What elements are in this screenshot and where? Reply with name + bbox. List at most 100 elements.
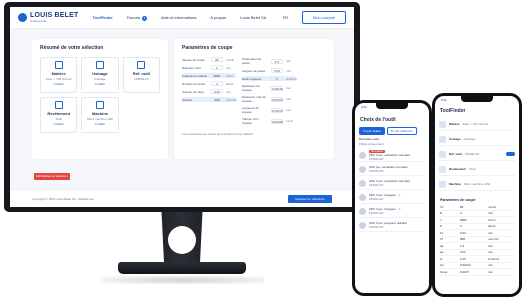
param-unit: mm — [226, 65, 231, 70]
selection-icon — [439, 120, 446, 128]
selection-card-machining[interactable]: Usinage Fraisage modifier — [81, 57, 119, 93]
tool-ref: 163044-20 — [369, 157, 384, 161]
param-value-input[interactable]: 588 — [211, 97, 223, 102]
phone1-sort-ref[interactable]: Tri par référence — [386, 127, 417, 135]
param-row: Avance 588 mm/min — [182, 97, 237, 102]
card-edit-link[interactable]: modifier — [95, 122, 106, 126]
param-label: Avance — [182, 97, 192, 102]
language-select[interactable]: FR — [283, 15, 288, 20]
param-unit: mm — [488, 269, 493, 274]
param-symbol: Vf — [440, 237, 443, 242]
selection-icon — [439, 150, 446, 158]
tool-ref: 163044-20 — [369, 225, 384, 229]
param-unit: dents — [226, 81, 234, 86]
param-value-input[interactable]: 0.00140 — [271, 85, 283, 91]
selection-item[interactable]: Réf. outil 163044-20 — [439, 148, 515, 161]
param-value-input[interactable]: 3 — [271, 76, 283, 81]
param-value-input[interactable]: 0.40273 — [271, 107, 283, 113]
export-button[interactable]: Exporter en référence — [288, 194, 332, 203]
param-unit: mm — [286, 97, 291, 101]
selection-item[interactable]: Machine Micro machine 10kt — [439, 178, 515, 191]
param-label: Epaisseur du copeau — [242, 84, 260, 92]
tool-ref: 163044-20 — [369, 183, 384, 187]
card-edit-link[interactable]: modifier — [95, 82, 106, 86]
tool-list-item[interactable]: KPC 3 (ex. longueur ...) 163044-20 — [359, 191, 425, 204]
cutting-params-panel: Paramètres de coupe Vitesse de coupe 80 m/… — [174, 39, 334, 159]
nav-help[interactable]: Aide et informations — [161, 15, 196, 20]
params-column-left: Vitesse de coupe 80 m/min Diamètre outil 2 mm… — [182, 57, 237, 128]
param-unit: mm3 — [286, 119, 293, 123]
param-symbol: hm — [440, 263, 445, 268]
param-value: 0.02 — [460, 250, 466, 255]
param-row: Vitesse de coupe 80 m/min — [182, 57, 236, 62]
selection-item[interactable]: Matière Acier < 700 N/mm2 — [439, 118, 515, 131]
param-value-input[interactable]: 80 — [211, 57, 223, 62]
card-title: Machine — [91, 111, 108, 116]
param-label: Vitesse de coupe — [182, 57, 205, 62]
param-unit: mm — [488, 230, 493, 235]
tool-ref-icon — [137, 61, 146, 69]
cutting-params-title: Paramètres de coupe — [182, 45, 233, 51]
selection-icon — [439, 165, 446, 173]
param-value-input[interactable]: 3 — [211, 81, 223, 86]
param-label: Débit copeaux — [242, 76, 262, 81]
selection-summary-panel: Résumé de votre sélection Matière Acier … — [32, 39, 168, 159]
reset-selection-button[interactable]: Réinitialiser la sélection — [34, 173, 70, 180]
param-value-input[interactable]: 1.5 — [271, 58, 283, 64]
param-symbol: D — [440, 211, 443, 216]
param-value-input[interactable]: 0.02 — [211, 89, 223, 94]
favorite-toggle[interactable] — [506, 152, 515, 156]
param-value: 80 — [460, 204, 464, 209]
card-edit-link[interactable]: modifier — [53, 122, 64, 126]
param-unit: tr/min — [226, 73, 234, 78]
machining-icon — [95, 61, 104, 69]
param-unit: mm — [488, 211, 493, 216]
selection-label: Machine — [449, 182, 462, 186]
selection-item[interactable]: Revêtement Tinal — [439, 163, 515, 176]
param-unit: m/min — [488, 204, 497, 209]
monitor-stand-base — [118, 262, 246, 274]
param-value-input[interactable]: 2 — [211, 65, 223, 70]
selection-item[interactable]: Usinage Fraisage — [439, 133, 515, 146]
param-unit: mm — [488, 243, 493, 248]
selection-value: Tinal — [469, 167, 476, 171]
param-unit: tr/min — [488, 217, 496, 222]
nav-company[interactable]: Louis Belet SA — [240, 15, 266, 20]
brand-logo[interactable]: LOUIS BELET Cutting tools — [18, 12, 78, 23]
tool-ref: 163044-20 — [369, 197, 384, 201]
tool-list-item[interactable]: KPC 3 (ex. longueur ...) 163044-20 — [359, 205, 425, 218]
phone2-params-title: Paramètres de coupe — [440, 198, 476, 202]
selection-card-material[interactable]: Matière Acier < 700 N/mm2 modifier — [40, 57, 78, 93]
card-title: Usinage — [92, 71, 108, 76]
tool-list-item[interactable]: Nouveauté KPC 3 (ex. extraction normale) 1… — [359, 149, 425, 162]
param-value-input[interactable]: 0.02 — [271, 68, 283, 73]
selection-card-machine[interactable]: Machine Micro machine 10kt modifier — [81, 97, 119, 133]
tool-thumbnail — [359, 179, 366, 187]
phone1-sort-default[interactable]: Tri par défaut — [359, 127, 385, 135]
nav-toolfinder[interactable]: ToolFinder — [92, 15, 112, 20]
card-title: Réf. outil — [132, 71, 150, 76]
param-symbol: Vc — [440, 204, 444, 209]
account-button[interactable]: Mon compte — [301, 11, 346, 24]
card-edit-link[interactable]: modifier — [53, 82, 64, 86]
tool-list-item[interactable]: KPC 3 (ex. longueur réduite) 163044-20 — [359, 219, 425, 232]
nav-about[interactable]: A propos — [210, 15, 226, 20]
selection-card-coating[interactable]: Revêtement Tinal modifier — [40, 97, 78, 133]
tool-list-item[interactable]: KPC (ex. extraction normale) 163044-20 — [359, 163, 425, 176]
params-column-right: Profondeur de passe 1.5 mm Largeur de passe… — [242, 57, 297, 128]
selection-card-tool-ref[interactable]: Réf. outil 163044-20 — [122, 57, 160, 93]
param-value-input[interactable]: 0.00150 — [271, 118, 283, 124]
param-unit: mm — [286, 86, 291, 90]
tool-thumbnail — [359, 193, 366, 201]
param-value-input[interactable]: 0.00374 — [271, 96, 283, 102]
tool-list-item[interactable]: KPC 3 (ex. extraction normale) 163044-20 — [359, 177, 425, 190]
param-value-input[interactable]: 9800 — [211, 73, 223, 78]
param-symbol: n — [440, 217, 442, 222]
param-table-row: hmax 0.0037 mm — [440, 269, 514, 276]
selection-value: Micro machine 10kt — [464, 182, 491, 186]
param-value: 1.5 — [460, 243, 465, 248]
param-label: Profondeur de passe — [242, 57, 262, 65]
param-label: Nombre de dents — [182, 81, 206, 86]
nav-favorites[interactable]: Favoris 2 — [127, 15, 147, 21]
phone1-filter-checkbox[interactable]: Filtres uniquement — [359, 142, 384, 146]
